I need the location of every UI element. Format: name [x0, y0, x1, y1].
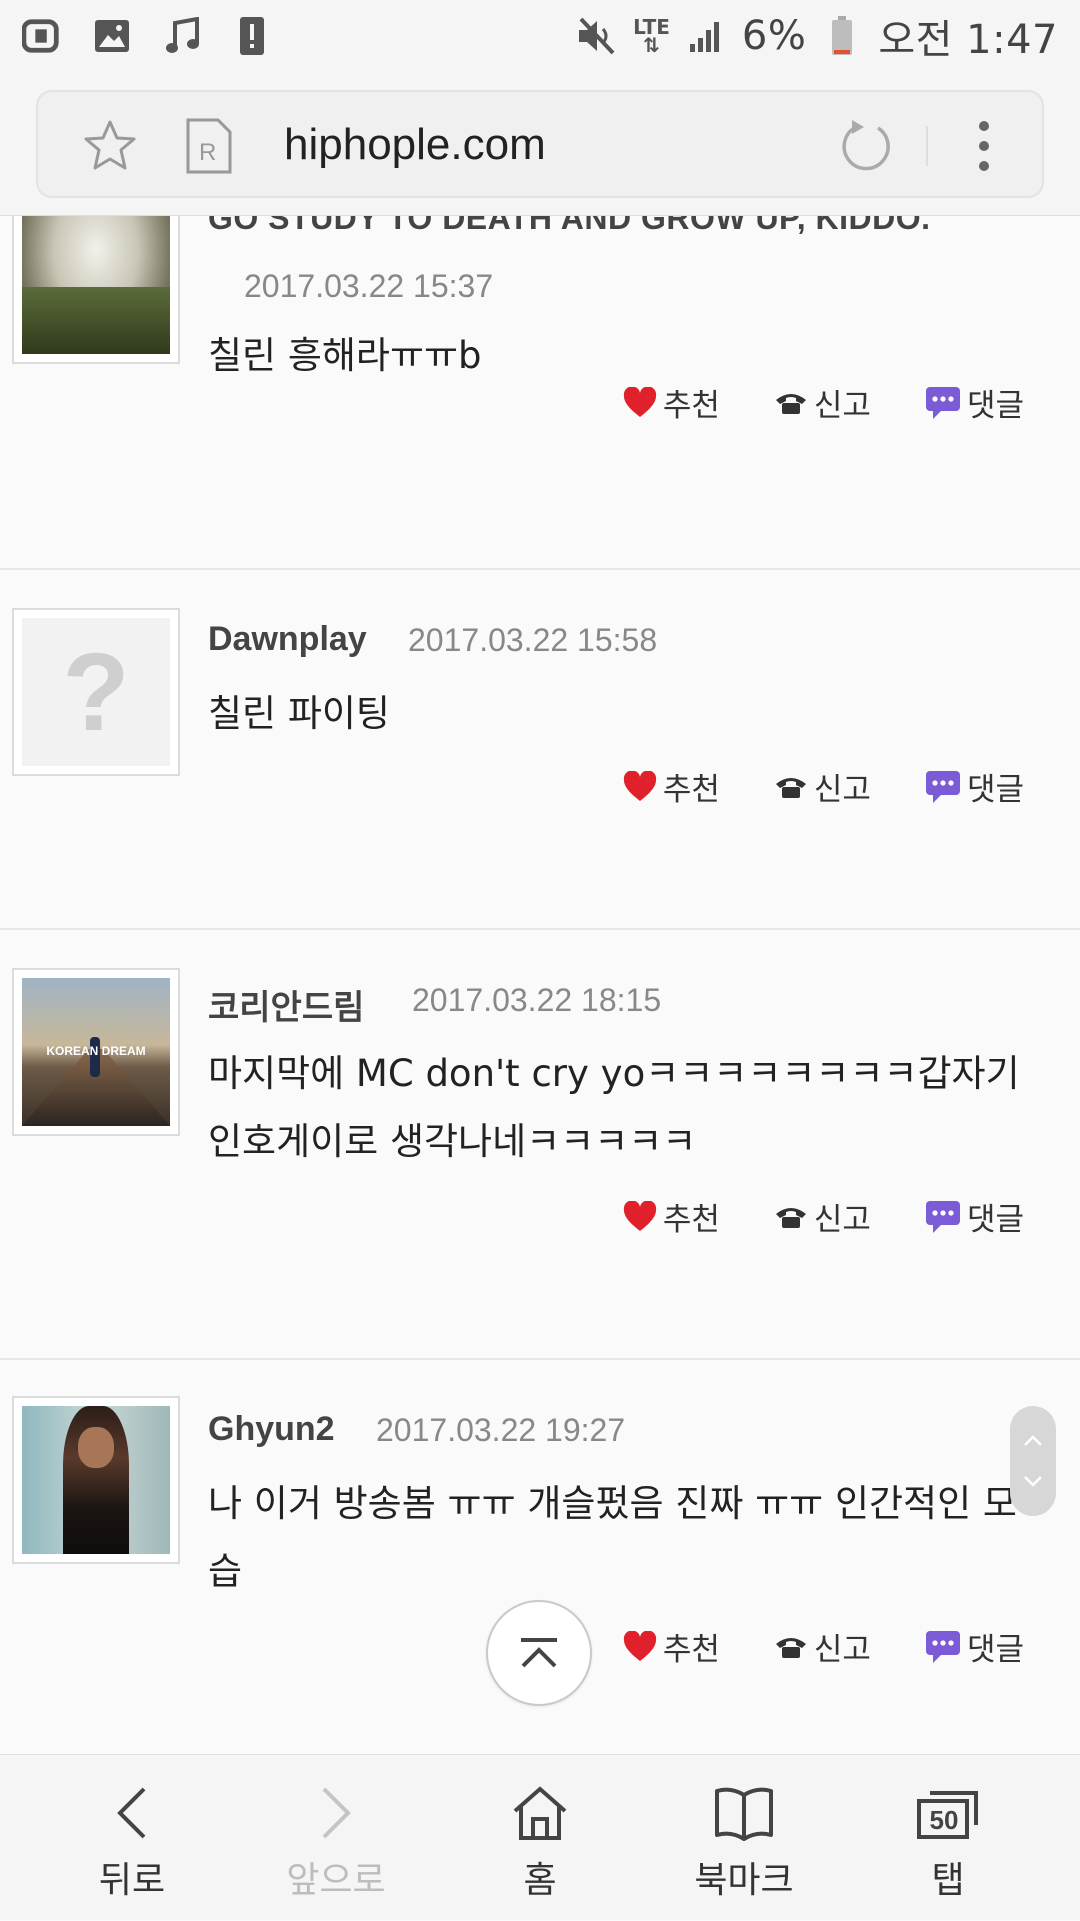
- forward-button[interactable]: 앞으로: [236, 1755, 436, 1921]
- more-menu-icon[interactable]: [978, 120, 990, 172]
- url-text[interactable]: hiphople.com: [284, 120, 546, 170]
- comment-actions: 추천 신고 댓글: [623, 764, 1024, 809]
- tab-count: 50: [929, 1805, 959, 1835]
- comment-item: ? Dawnplay 2017.03.22 15:58 칠린 파이팅 추천 신고…: [0, 570, 1080, 930]
- avatar-caption: KOREAN DREAM: [46, 1044, 146, 1058]
- comment-author[interactable]: 코리안드림: [208, 980, 364, 1029]
- comment-date: 2017.03.22 19:27: [376, 1412, 626, 1448]
- comment-actions: 추천 신고 댓글: [623, 1624, 1024, 1669]
- recommend-button[interactable]: 추천: [623, 1624, 720, 1669]
- chat-icon: [925, 1630, 960, 1663]
- recommend-button[interactable]: 추천: [623, 1194, 720, 1239]
- comment-date: 2017.03.22 15:58: [408, 622, 658, 658]
- chevron-up-icon: [1024, 1434, 1042, 1446]
- address-bar[interactable]: R hiphople.com: [36, 90, 1044, 198]
- comment-item: KOREAN DREAM 코리안드림 2017.03.22 18:15 마지막에…: [0, 930, 1080, 1360]
- chat-icon: [925, 1200, 960, 1233]
- svg-text:R: R: [199, 139, 216, 166]
- battery-icon: [822, 16, 862, 56]
- comment-actions: 추천 신고 댓글: [623, 1194, 1024, 1239]
- heart-icon: [623, 1200, 656, 1231]
- heart-icon: [623, 1630, 656, 1661]
- comment-text: 나 이거 방송봄 ㅠㅠ 개슬펐음 진짜 ㅠㅠ 인간적인 모습: [208, 1482, 1017, 1593]
- phone-icon: [775, 777, 806, 798]
- reply-button[interactable]: 댓글: [925, 764, 1024, 809]
- home-icon: [508, 1781, 572, 1845]
- phone-icon: [775, 1637, 806, 1658]
- reader-mode-icon[interactable]: R: [184, 116, 234, 176]
- avatar[interactable]: KOREAN DREAM: [12, 968, 180, 1136]
- comment-date: 2017.03.22 15:37: [244, 268, 494, 304]
- arrow-up-to-top-icon: [521, 1638, 557, 1668]
- comment-date: 2017.03.22 18:15: [412, 982, 662, 1018]
- network-type: LTE ⇅: [633, 15, 670, 57]
- report-button[interactable]: 신고: [774, 1624, 871, 1669]
- comment-actions: 추천 신고 댓글: [623, 380, 1024, 425]
- comment-author[interactable]: Ghyun2: [208, 1410, 335, 1449]
- report-button[interactable]: 신고: [774, 380, 871, 425]
- phone-icon: [775, 393, 806, 414]
- back-button[interactable]: 뒤로: [32, 1755, 232, 1921]
- browser-bottom-bar: 뒤로 앞으로 홈 북마크 50 탭: [0, 1754, 1080, 1920]
- app-notification-icon: [22, 16, 62, 56]
- avatar[interactable]: [12, 216, 180, 364]
- comment-author[interactable]: Dawnplay: [208, 620, 367, 659]
- chevron-left-icon: [100, 1781, 164, 1845]
- refresh-icon[interactable]: [838, 118, 894, 174]
- clock: 오전 1:47: [878, 17, 1058, 63]
- fast-scroll-handle[interactable]: [1010, 1406, 1056, 1516]
- avatar-placeholder: ?: [22, 618, 170, 766]
- music-icon: [162, 16, 202, 56]
- phone-icon: [775, 1207, 806, 1228]
- bookmarks-button[interactable]: 북마크: [644, 1755, 844, 1921]
- comment-text: 마지막에 MC don't cry yoㅋㅋㅋㅋㅋㅋㅋㅋ갑자기 인호게이로 생각…: [208, 1052, 1020, 1163]
- comment-list: GO STUDY TO DEATH AND GROW UP, KIDDO. 20…: [0, 216, 1080, 1754]
- comment-item: GO STUDY TO DEATH AND GROW UP, KIDDO. 20…: [0, 216, 1080, 570]
- report-button[interactable]: 신고: [774, 764, 871, 809]
- tabs-icon: 50: [916, 1781, 980, 1845]
- mute-icon: [577, 16, 617, 56]
- book-icon: [712, 1781, 776, 1845]
- comment-text: 칠린 파이팅: [208, 692, 390, 735]
- chevron-down-icon: [1024, 1476, 1042, 1488]
- scroll-to-top-button[interactable]: [486, 1600, 592, 1706]
- report-button[interactable]: 신고: [774, 1194, 871, 1239]
- gallery-icon: [92, 16, 132, 56]
- alert-icon: [232, 16, 272, 56]
- chat-icon: [925, 386, 960, 419]
- avatar[interactable]: ?: [12, 608, 180, 776]
- heart-icon: [623, 770, 656, 801]
- signal-icon: [686, 16, 726, 56]
- browser-toolbar: R hiphople.com: [0, 72, 1080, 216]
- heart-icon: [623, 386, 656, 417]
- comment-author[interactable]: GO STUDY TO DEATH AND GROW UP, KIDDO.: [208, 216, 931, 237]
- recommend-button[interactable]: 추천: [623, 380, 720, 425]
- reply-button[interactable]: 댓글: [925, 380, 1024, 425]
- recommend-button[interactable]: 추천: [623, 764, 720, 809]
- status-bar: LTE ⇅ 6% 오전 1:47: [0, 0, 1080, 72]
- tabs-button[interactable]: 50 탭: [848, 1755, 1048, 1921]
- reply-button[interactable]: 댓글: [925, 1624, 1024, 1669]
- avatar[interactable]: [12, 1396, 180, 1564]
- reply-button[interactable]: 댓글: [925, 1194, 1024, 1239]
- chevron-right-icon: [304, 1781, 368, 1845]
- bookmark-star-icon[interactable]: [82, 118, 138, 174]
- chat-icon: [925, 770, 960, 803]
- battery-percent: 6%: [741, 13, 807, 59]
- home-button[interactable]: 홈: [440, 1755, 640, 1921]
- toolbar-divider: [926, 126, 928, 166]
